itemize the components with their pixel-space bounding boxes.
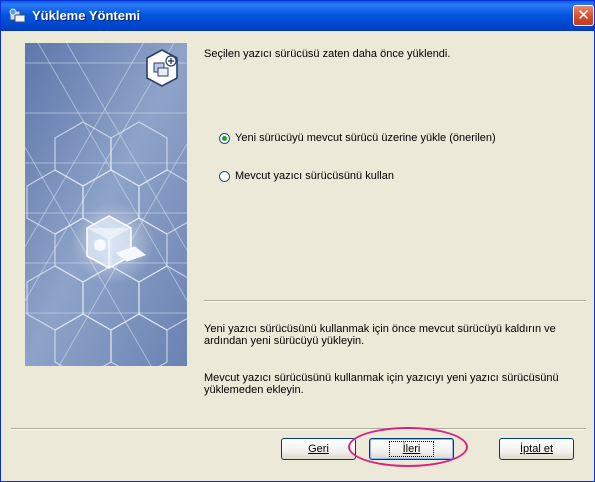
option-overwrite-label: Yeni sürücüyü mevcut sürücü üzerine yükl… — [235, 132, 496, 144]
button-divider — [11, 428, 586, 430]
installer-dialog: Yükleme Yöntemi ✕ Seçilen yazıcı sürücüs… — [0, 0, 595, 482]
radio-use-existing[interactable] — [219, 170, 230, 182]
installer-icon — [9, 8, 26, 23]
close-icon: ✕ — [577, 6, 590, 24]
window-title: Yükleme Yöntemi — [32, 8, 141, 23]
back-button[interactable]: Geri — [281, 438, 356, 460]
option-overwrite[interactable]: Yeni sürücüyü mevcut sürücü üzerine yükl… — [219, 131, 496, 145]
back-button-label: Geri — [308, 443, 329, 455]
side-illustration — [25, 43, 187, 366]
install-badge-icon — [146, 49, 178, 87]
next-button[interactable]: İleri — [369, 438, 454, 460]
description-2: Mevcut yazıcı sürücüsünü kullanmak için … — [204, 372, 559, 396]
option-use-existing[interactable]: Mevcut yazıcı sürücüsünü kullan — [219, 169, 394, 183]
radio-overwrite[interactable] — [219, 132, 230, 144]
cancel-button[interactable]: İptal et — [499, 438, 574, 460]
content-divider — [204, 300, 586, 302]
close-button[interactable]: ✕ — [573, 5, 594, 26]
description-1: Yeni yazıcı sürücüsünü kullanmak için ön… — [204, 323, 556, 347]
option-use-existing-label: Mevcut yazıcı sürücüsünü kullan — [235, 170, 394, 182]
cancel-button-label: İptal et — [519, 443, 554, 455]
next-button-label: İleri — [388, 441, 435, 457]
title-bar[interactable]: Yükleme Yöntemi ✕ — [1, 1, 594, 31]
message-text: Seçilen yazıcı sürücüsü zaten daha önce … — [204, 48, 451, 60]
